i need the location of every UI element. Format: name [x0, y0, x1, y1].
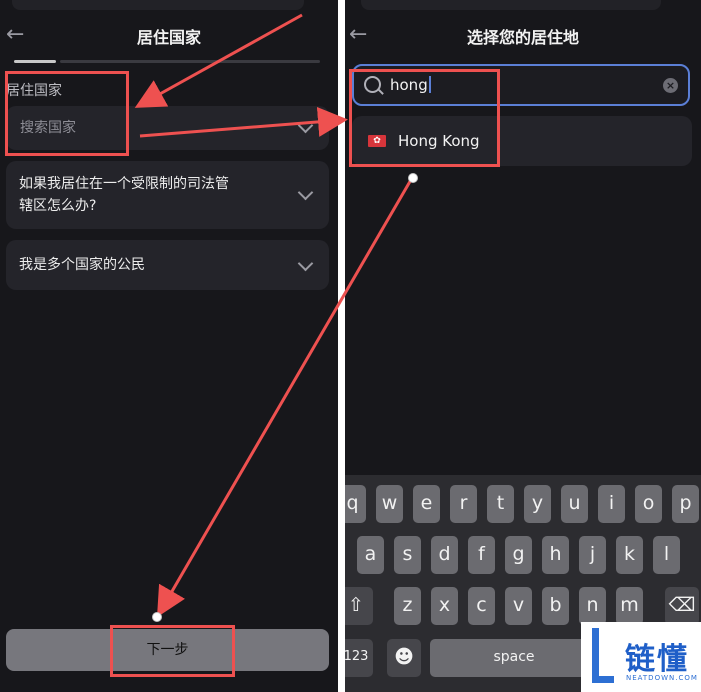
watermark-text: 链懂: [625, 642, 689, 677]
arrow-to-search: [139, 106, 348, 138]
watermark-logo: 链懂 NEATDOWN.COM: [581, 622, 701, 692]
annotation-dot: [152, 612, 162, 622]
arrow-to-country-field: [134, 13, 303, 108]
annotation-dot: [408, 173, 418, 183]
annotation-arrows: [134, 13, 414, 618]
watermark-sub: NEATDOWN.COM: [626, 674, 698, 682]
arrow-to-next-button: [156, 177, 414, 618]
